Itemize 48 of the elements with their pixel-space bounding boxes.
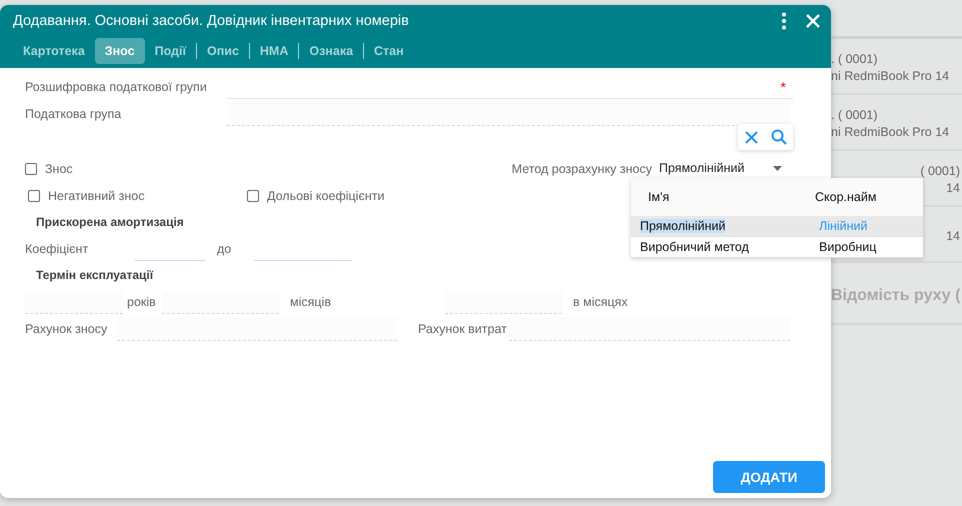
asset-name: 14 [946, 228, 960, 244]
section-heading: Термін експлуатації [36, 267, 154, 284]
field-label: до [217, 242, 232, 256]
checkbox-label: Негативний знос [48, 188, 144, 202]
menu-icon[interactable] [781, 12, 787, 30]
asset-code: ( 0001) [920, 163, 960, 180]
tab[interactable]: Картотека [13, 38, 95, 64]
option-name: Прямолінійний [640, 219, 726, 233]
required-mark: * [780, 79, 786, 95]
asset-name: ni RedmiBook Pro 14 [831, 68, 950, 85]
column-header: Ім'я [647, 190, 670, 204]
asset-code: . ( 0001) [831, 51, 878, 68]
search-icon[interactable] [771, 129, 787, 145]
option-short-name: Виробниц [819, 240, 878, 254]
tab[interactable]: НМА [250, 38, 298, 64]
section-heading: Прискорена амортизація [36, 214, 184, 231]
option-name: Виробничий метод [639, 240, 750, 254]
checkbox[interactable] [247, 190, 259, 202]
tab[interactable]: Опис [196, 38, 249, 64]
tab[interactable]: Події [144, 38, 196, 64]
asset-name: ni RedmiBook Pro 14 [831, 124, 950, 141]
tab[interactable]: Ознака [299, 38, 364, 64]
asset-code: . ( 0001) [831, 107, 878, 124]
tab[interactable]: Стан [364, 38, 414, 64]
window-title: Додавання. Основні засоби. Довідник інвентарних номерів [13, 13, 410, 29]
column-header: Скор.найм [814, 190, 878, 204]
field-label: років [126, 294, 157, 308]
checkbox[interactable] [28, 190, 40, 202]
caret-icon [773, 166, 782, 170]
dropdown-option[interactable]: Виробничий метод Виробниц [631, 237, 923, 258]
field-label: Розшифровка податкової групи [25, 80, 208, 94]
field-label: Рахунок зносу [25, 322, 108, 336]
checkbox[interactable] [25, 162, 37, 174]
field-label: Коефіцієнт [25, 242, 90, 256]
field-label: місяців [289, 294, 332, 308]
clear-icon[interactable] [744, 130, 759, 144]
field-label: Рахунок витрат [417, 322, 508, 336]
add-button[interactable]: ДОДАТИ [713, 461, 825, 493]
dropdown-option[interactable]: Прямолінійний Лінійний [631, 216, 923, 237]
checkbox-label: Дольові коефіцієнти [267, 188, 384, 202]
option-short-name: Лінійний [819, 219, 869, 233]
close-icon[interactable] [805, 13, 821, 29]
field-label: Метод розрахунку зносу [512, 162, 652, 176]
field-label: Податкова група [25, 106, 122, 120]
checkbox-label: Знос [45, 162, 73, 176]
asset-name: 14 [946, 180, 960, 197]
tab[interactable]: Знос [94, 38, 145, 64]
field-label: в місяцях [572, 294, 628, 308]
